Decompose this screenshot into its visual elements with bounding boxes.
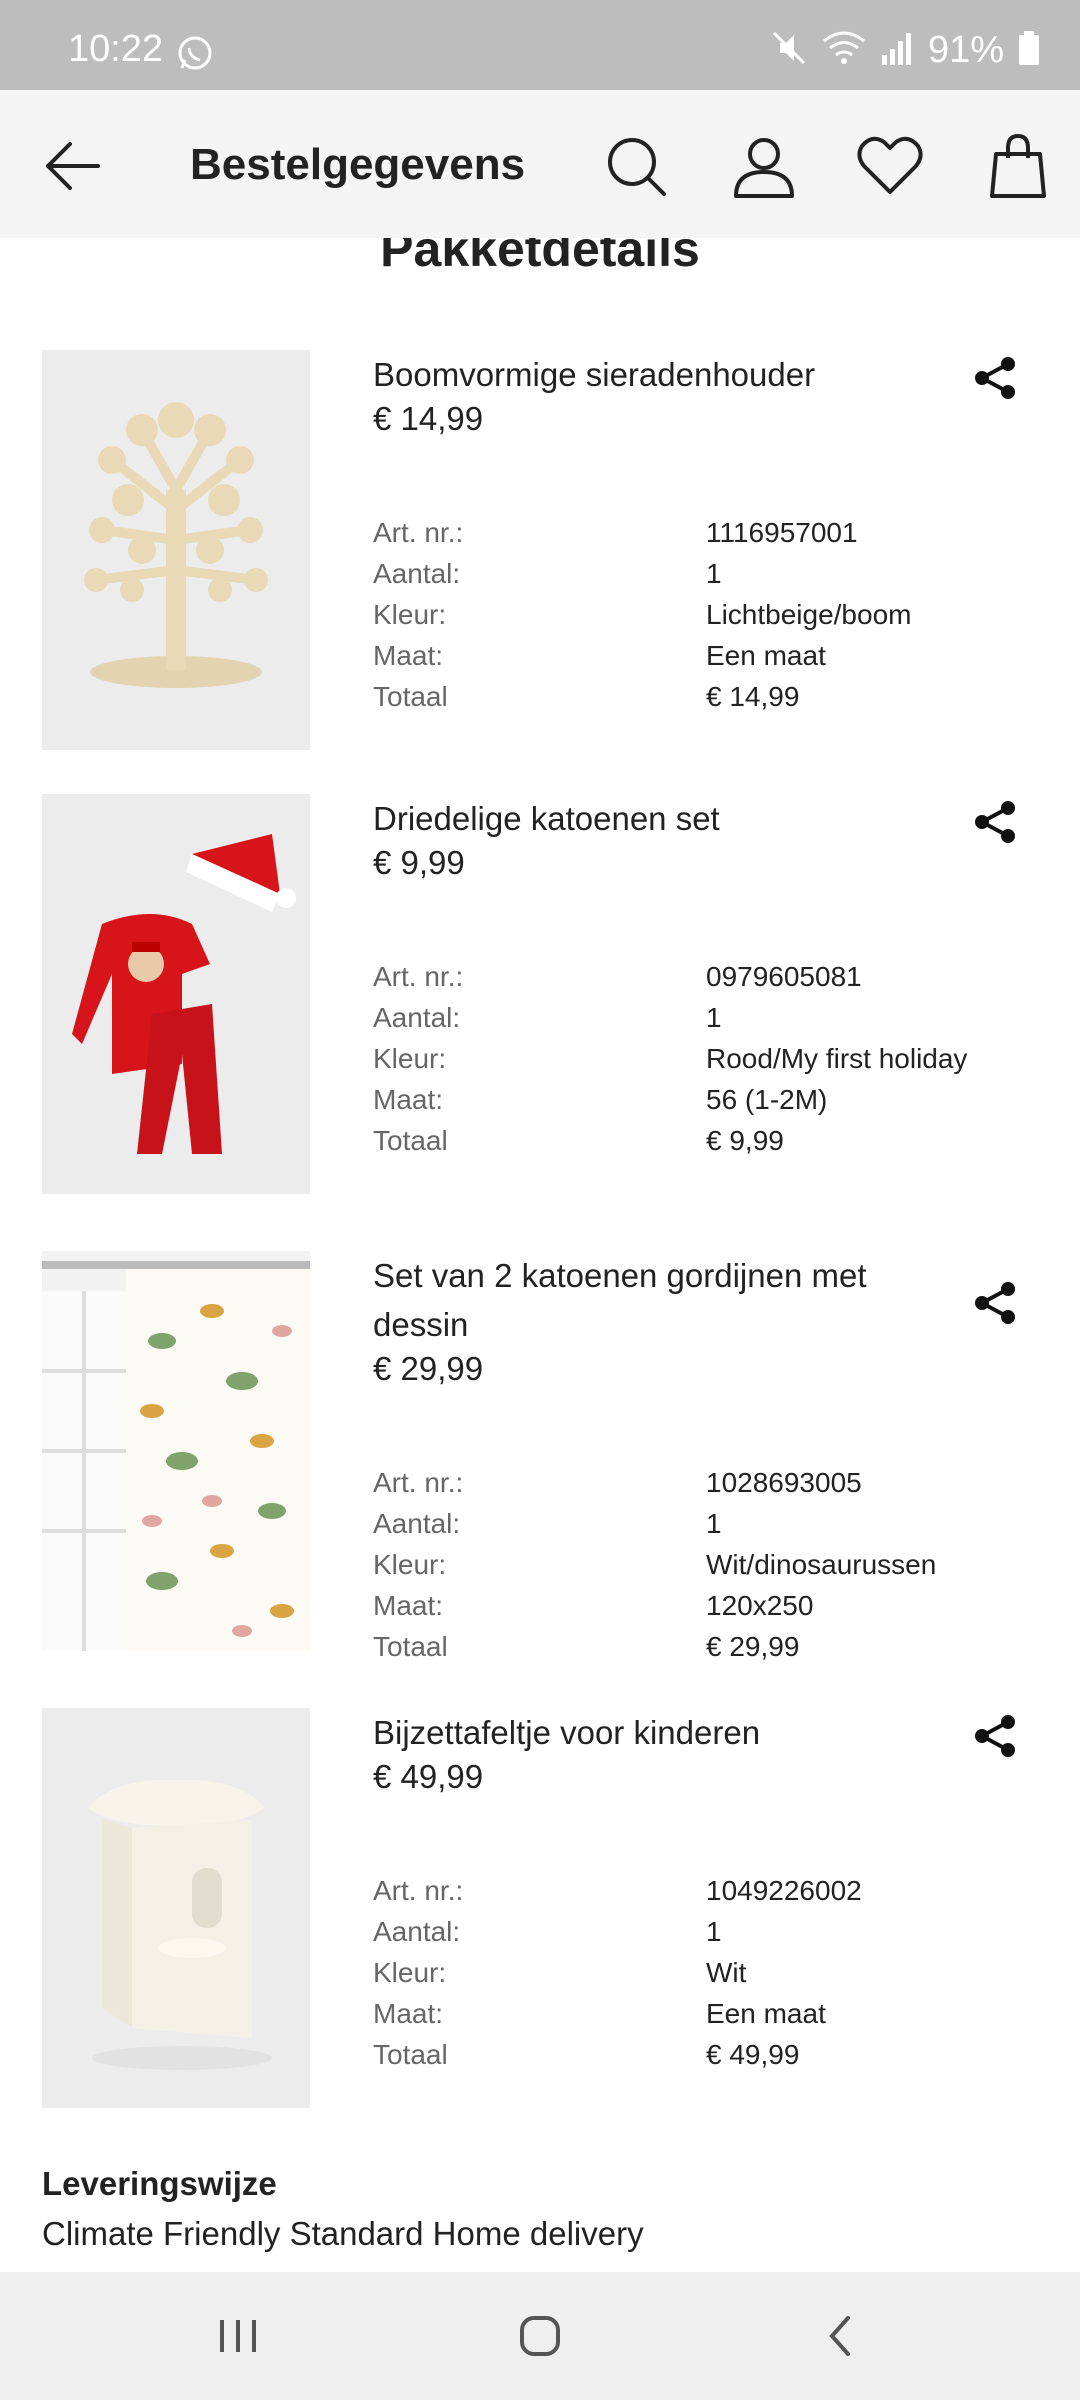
product-details: Art. nr.: 1049226002 Aantal: 1 Kleur: Wit M… bbox=[373, 1870, 1053, 2075]
art-label: Art. nr.: bbox=[373, 1875, 464, 1906]
system-nav-bar bbox=[0, 2272, 1080, 2400]
size-value: 56 (1-2M) bbox=[706, 1084, 828, 1115]
recent-apps-icon[interactable] bbox=[208, 2306, 268, 2366]
home-icon[interactable] bbox=[510, 2306, 570, 2366]
mute-icon bbox=[770, 29, 808, 72]
product-name[interactable]: Set van 2 katoenen gordijnen met dessin bbox=[373, 1251, 933, 1349]
status-icons: 91% bbox=[770, 28, 1040, 72]
product-image-baby-set[interactable] bbox=[42, 794, 310, 1194]
share-icon[interactable] bbox=[970, 1277, 1022, 1329]
user-icon[interactable] bbox=[728, 130, 800, 202]
art-value: 1049226002 bbox=[706, 1875, 862, 1906]
product-name[interactable]: Boomvormige sieradenhouder bbox=[373, 350, 933, 399]
whatsapp-icon bbox=[176, 34, 214, 72]
color-value: Wit/dinosaurussen bbox=[706, 1549, 937, 1580]
share-icon[interactable] bbox=[970, 796, 1022, 848]
size-label: Maat: bbox=[373, 640, 444, 671]
color-value: Wit bbox=[706, 1957, 747, 1988]
product-price: € 9,99 bbox=[373, 844, 465, 881]
color-label: Kleur: bbox=[373, 1549, 447, 1580]
product-name[interactable]: Bijzettafeltje voor kinderen bbox=[373, 1708, 933, 1757]
quantity-value: 1 bbox=[706, 1916, 722, 1947]
product-details: Art. nr.: 1116957001 Aantal: 1 Kleur: Licht… bbox=[373, 512, 1053, 717]
heart-icon[interactable] bbox=[854, 130, 926, 202]
art-label: Art. nr.: bbox=[373, 961, 464, 992]
page-title: Bestelgegevens bbox=[190, 140, 526, 189]
size-value: Een maat bbox=[706, 640, 826, 671]
product-image-dino-curtains[interactable] bbox=[42, 1251, 310, 1651]
share-icon[interactable] bbox=[970, 1710, 1022, 1762]
status-bar: 10:22 91% bbox=[0, 0, 1080, 90]
art-value: 1028693005 bbox=[706, 1467, 862, 1498]
product-price: € 14,99 bbox=[373, 400, 484, 437]
signal-icon bbox=[880, 29, 914, 72]
quantity-label: Aantal: bbox=[373, 1916, 461, 1947]
total-value: € 49,99 bbox=[706, 2039, 800, 2070]
quantity-label: Aantal: bbox=[373, 1508, 461, 1539]
color-label: Kleur: bbox=[373, 1957, 447, 1988]
color-label: Kleur: bbox=[373, 599, 447, 630]
color-value: Lichtbeige/boom bbox=[706, 599, 912, 630]
quantity-value: 1 bbox=[706, 1002, 722, 1033]
total-value: € 14,99 bbox=[706, 681, 800, 712]
total-value: € 9,99 bbox=[706, 1125, 784, 1156]
size-label: Maat: bbox=[373, 1590, 444, 1621]
product-image-tree-jewelry-holder[interactable] bbox=[42, 350, 310, 750]
total-label: Totaal bbox=[373, 1125, 448, 1156]
quantity-value: 1 bbox=[706, 558, 722, 589]
size-value: 120x250 bbox=[706, 1590, 814, 1621]
total-label: Totaal bbox=[373, 1631, 448, 1662]
status-time: 10:22 bbox=[68, 28, 164, 70]
quantity-value: 1 bbox=[706, 1508, 722, 1539]
quantity-label: Aantal: bbox=[373, 558, 461, 589]
product-details: Art. nr.: 0979605081 Aantal: 1 Kleur: Rood/… bbox=[373, 956, 1053, 1161]
size-label: Maat: bbox=[373, 1084, 444, 1115]
search-icon[interactable] bbox=[600, 130, 672, 202]
product-image-side-table[interactable] bbox=[42, 1708, 310, 2108]
wifi-icon bbox=[822, 29, 866, 72]
quantity-label: Aantal: bbox=[373, 1002, 461, 1033]
delivery-method-value: Climate Friendly Standard Home delivery bbox=[42, 2215, 644, 2252]
art-label: Art. nr.: bbox=[373, 517, 464, 548]
shopping-bag-icon[interactable] bbox=[982, 130, 1054, 202]
back-nav-icon[interactable] bbox=[812, 2306, 872, 2366]
battery-icon bbox=[1018, 29, 1040, 72]
app-header: Bestelgegevens bbox=[0, 90, 1080, 238]
battery-percent: 91% bbox=[927, 28, 1004, 71]
delivery-method-label: Leveringswijze bbox=[42, 2165, 277, 2202]
product-details: Art. nr.: 1028693005 Aantal: 1 Kleur: Wit/d… bbox=[373, 1462, 1053, 1667]
color-label: Kleur: bbox=[373, 1043, 447, 1074]
product-price: € 29,99 bbox=[373, 1350, 484, 1387]
total-label: Totaal bbox=[373, 681, 448, 712]
share-icon[interactable] bbox=[970, 352, 1022, 404]
art-value: 0979605081 bbox=[706, 961, 862, 992]
art-label: Art. nr.: bbox=[373, 1467, 464, 1498]
total-label: Totaal bbox=[373, 2039, 448, 2070]
total-value: € 29,99 bbox=[706, 1631, 800, 1662]
product-name[interactable]: Driedelige katoenen set bbox=[373, 794, 933, 843]
arrow-left-icon[interactable] bbox=[40, 134, 104, 198]
art-value: 1116957001 bbox=[706, 517, 858, 548]
size-value: Een maat bbox=[706, 1998, 826, 2029]
size-label: Maat: bbox=[373, 1998, 444, 2029]
product-price: € 49,99 bbox=[373, 1758, 484, 1795]
color-value: Rood/My first holiday bbox=[706, 1043, 968, 1074]
